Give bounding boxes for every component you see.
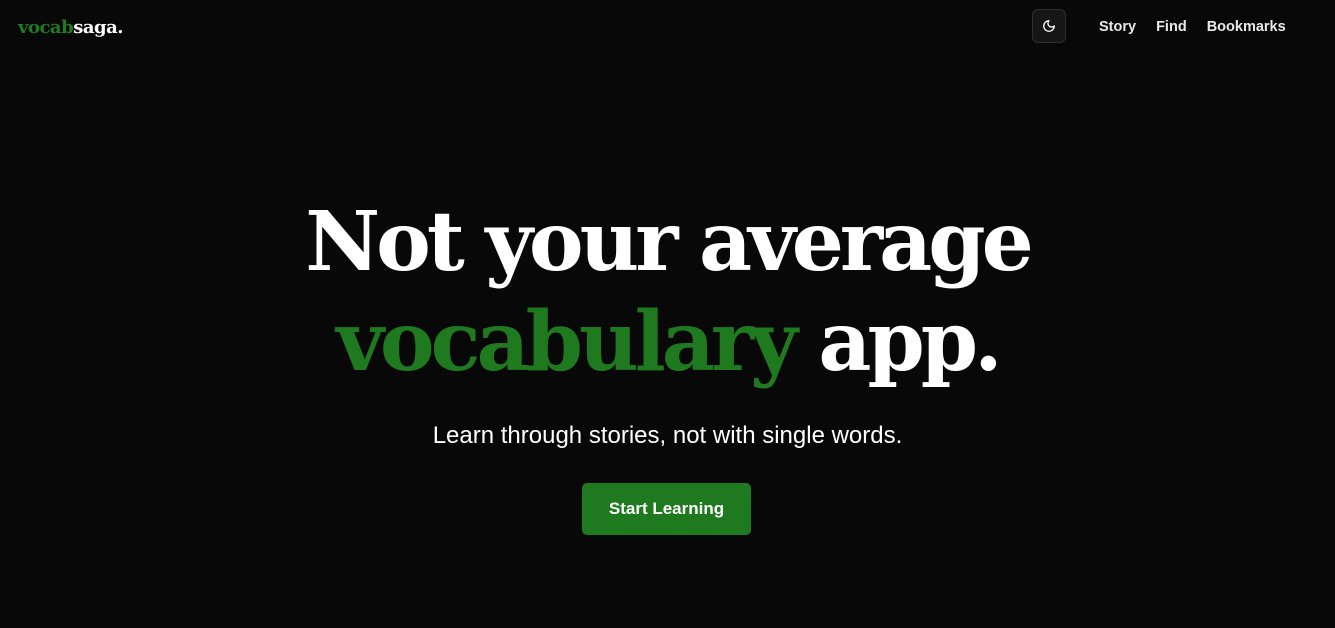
hero-title-line-2: vocabulary app. xyxy=(0,292,1335,392)
site-header: vocabsaga. Story Find Bookmarks xyxy=(0,0,1335,56)
hero-subtitle: Learn through stories, not with single w… xyxy=(432,422,903,449)
moon-icon xyxy=(1042,19,1056,33)
brand-logo[interactable]: vocabsaga. xyxy=(18,16,123,40)
nav-find[interactable]: Find xyxy=(1156,17,1187,37)
nav-story[interactable]: Story xyxy=(1099,17,1136,37)
hero-title-rest: app. xyxy=(818,294,1002,390)
hero-title: Not your average vocabulary app. xyxy=(0,192,1335,392)
brand-logo-vocab: vocab xyxy=(18,17,74,38)
hero-title-accent: vocabulary xyxy=(336,294,797,390)
theme-toggle-button[interactable] xyxy=(1032,9,1066,43)
hero-title-line-1: Not your average xyxy=(305,194,1034,290)
brand-logo-saga: saga. xyxy=(73,17,123,38)
start-learning-button[interactable]: Start Learning xyxy=(582,483,751,535)
nav-bookmarks[interactable]: Bookmarks xyxy=(1207,17,1286,37)
main-nav: Story Find Bookmarks xyxy=(1099,17,1286,37)
